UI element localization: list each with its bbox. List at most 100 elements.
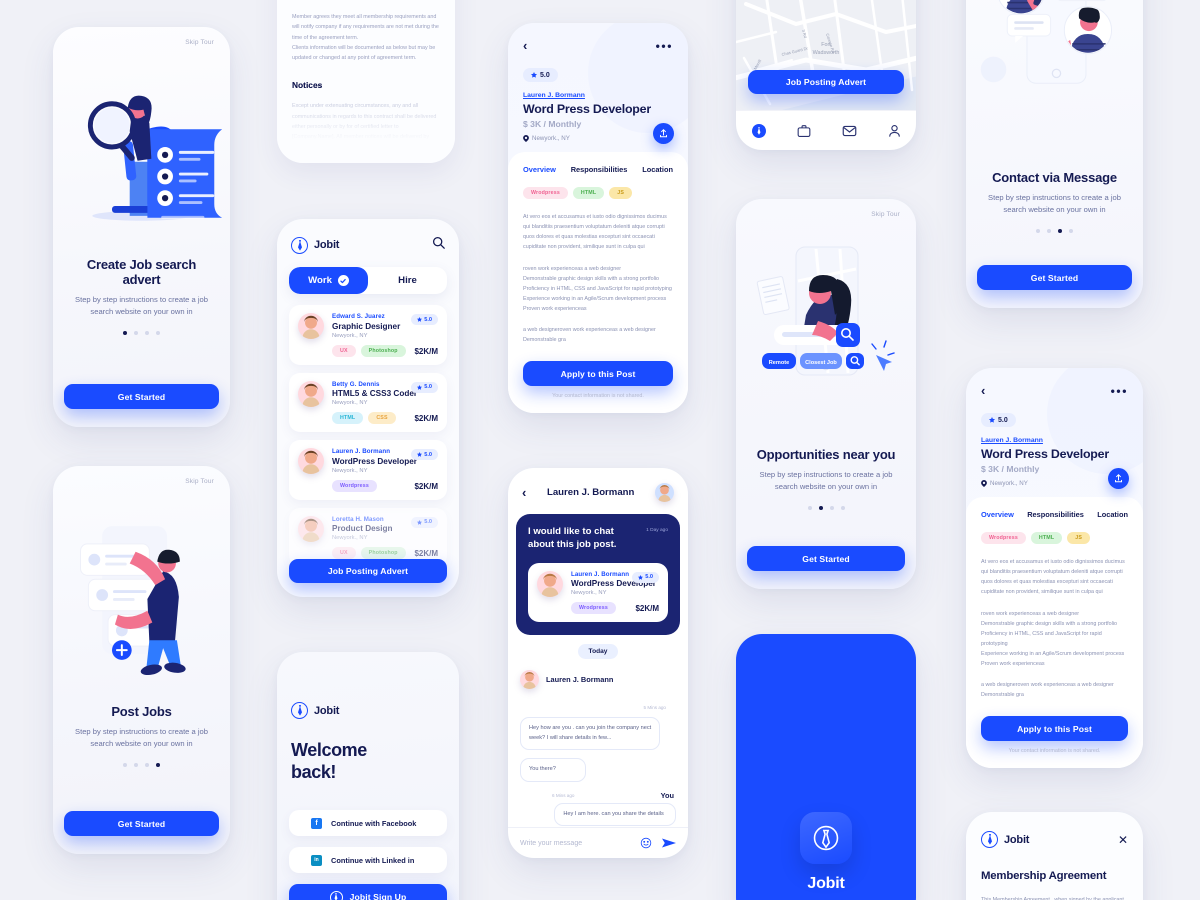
apply-button[interactable]: Apply to this Post bbox=[981, 716, 1128, 741]
get-started-button[interactable]: Get Started bbox=[64, 384, 219, 409]
shared-job-card[interactable]: Lauren J. Bormann WordPress Developer Ne… bbox=[528, 562, 668, 623]
apply-button[interactable]: Apply to this Post bbox=[523, 361, 673, 386]
pager-dot-4[interactable] bbox=[156, 330, 160, 335]
back-button[interactable]: ‹ bbox=[522, 486, 526, 499]
person-icon[interactable] bbox=[888, 124, 901, 138]
pager-dot-1[interactable] bbox=[807, 505, 812, 510]
pager-dot-3[interactable] bbox=[1058, 228, 1062, 233]
message-composer: Write your message bbox=[508, 827, 688, 858]
job-card[interactable]: Betty G. Dennis HTML5 & CSS3 Coder Newyork… bbox=[289, 372, 447, 432]
get-started-button[interactable]: Get Started bbox=[747, 546, 905, 571]
pager-dot-2[interactable] bbox=[818, 505, 823, 510]
illustration-contact-message bbox=[966, 0, 1143, 122]
job-poster-link[interactable]: Lauren J. Bormann bbox=[523, 92, 673, 99]
chat-header: ‹ Lauren J. Bormann bbox=[508, 468, 688, 514]
pager-dot-2[interactable] bbox=[134, 330, 138, 335]
chat-sender-name: Lauren J. Bormann bbox=[546, 675, 614, 685]
tab-responsibilities[interactable]: Responsibilities bbox=[1027, 510, 1084, 519]
job-location: Newyork., NY bbox=[523, 135, 673, 142]
pager-dot-1[interactable] bbox=[1036, 228, 1040, 233]
continue-with-facebook-button[interactable]: f Continue with Facebook bbox=[289, 810, 447, 836]
job-detail-screen: ‹ ••• 5.0 Lauren J. Bormann Word Press D… bbox=[508, 23, 688, 413]
work-hire-toggle[interactable]: Work Hire bbox=[289, 267, 447, 294]
pager-dot-4[interactable] bbox=[840, 505, 845, 510]
pager-dot-3[interactable] bbox=[829, 505, 834, 510]
job-card-salary: $2K/M bbox=[635, 604, 659, 614]
welcome-heading: Welcome back! bbox=[291, 740, 367, 782]
job-posting-advert-button[interactable]: Job Posting Advert bbox=[748, 70, 904, 94]
job-card[interactable]: Lauren J. Bormann WordPress Developer Newy… bbox=[289, 440, 447, 500]
star-icon bbox=[417, 317, 423, 322]
job-card-salary: $2K/M bbox=[414, 481, 438, 491]
job-detail-sheet: Overview Responsibilities Location Wrodp… bbox=[966, 497, 1143, 768]
send-icon[interactable] bbox=[662, 837, 676, 849]
svg-text:Fort: Fort bbox=[821, 42, 831, 48]
skill-tag: CSS bbox=[368, 412, 396, 424]
jobit-sign-up-button[interactable]: Jobit Sign Up bbox=[289, 884, 447, 900]
segment-work[interactable]: Work bbox=[289, 267, 368, 294]
app-logo-label: Jobit bbox=[314, 704, 340, 717]
pager-dot-4[interactable] bbox=[1069, 228, 1073, 233]
get-started-button[interactable]: Get Started bbox=[64, 811, 219, 836]
onboarding-screen-opportunities: Skip Tour Remote Closest Job Opportuniti… bbox=[736, 199, 916, 589]
splash-screen: Jobit bbox=[736, 634, 916, 900]
pin-icon bbox=[523, 135, 529, 142]
onboarding-screen-post-jobs: Skip Tour Post Jobs Step by step instruc… bbox=[53, 466, 230, 854]
job-location-label: Newyork., NY bbox=[532, 135, 570, 142]
pager-dot-1[interactable] bbox=[123, 762, 127, 767]
job-card-location: Newyork., NY bbox=[332, 467, 368, 474]
tie-logo-icon bbox=[800, 812, 852, 864]
emoji-icon[interactable] bbox=[640, 837, 652, 849]
share-icon bbox=[1115, 474, 1122, 483]
app-logo: Jobit bbox=[291, 236, 339, 254]
continue-with-linkedin-button[interactable]: in Continue with Linked in bbox=[289, 847, 447, 873]
segment-hire-label: Hire bbox=[398, 275, 417, 286]
more-options-button[interactable]: ••• bbox=[1111, 385, 1128, 397]
star-icon bbox=[531, 72, 537, 78]
share-button[interactable] bbox=[1108, 468, 1129, 489]
tab-location[interactable]: Location bbox=[1097, 510, 1128, 519]
agreement-body: Member agrees they meet all membership r… bbox=[292, 14, 439, 62]
skip-tour-link[interactable]: Skip Tour bbox=[871, 211, 900, 218]
job-pay: $ 3K / Monthly bbox=[981, 464, 1040, 474]
job-description-p1: At vero eos et accusamus et iusto odio d… bbox=[523, 214, 667, 250]
back-button[interactable]: ‹ bbox=[981, 384, 985, 397]
tab-location[interactable]: Location bbox=[642, 165, 673, 174]
mail-icon[interactable] bbox=[842, 124, 857, 138]
tab-overview[interactable]: Overview bbox=[981, 510, 1014, 519]
pager-dot-2[interactable] bbox=[134, 762, 138, 767]
tab-responsibilities[interactable]: Responsibilities bbox=[571, 165, 628, 174]
briefcase-icon[interactable] bbox=[797, 124, 811, 138]
skip-tour-link[interactable]: Skip Tour bbox=[185, 478, 214, 485]
onboarding-screen-contact: Contact via Message Step by step instruc… bbox=[966, 0, 1143, 308]
bottom-tab-bar bbox=[736, 110, 916, 150]
job-card[interactable]: Edward S. Juarez Graphic Designer Newyork.… bbox=[289, 305, 447, 365]
onboarding-subtitle: Step by step instructions to create a jo… bbox=[988, 193, 1121, 214]
avatar[interactable] bbox=[655, 483, 674, 502]
search-icon[interactable] bbox=[432, 236, 445, 254]
chat-thread: Today Lauren J. Bormann 5 Mins ago Hey h… bbox=[508, 629, 688, 827]
skip-tour-link[interactable]: Skip Tour bbox=[185, 39, 214, 46]
pager-dot-3[interactable] bbox=[145, 330, 149, 335]
job-posting-advert-button[interactable]: Job Posting Advert bbox=[289, 559, 447, 583]
more-options-button[interactable]: ••• bbox=[656, 40, 673, 52]
tab-overview[interactable]: Overview bbox=[523, 165, 556, 174]
back-button[interactable]: ‹ bbox=[523, 39, 527, 52]
rating-badge: 5.0 bbox=[632, 571, 659, 583]
job-card-salary: $2K/M bbox=[414, 414, 438, 423]
message-input[interactable]: Write your message bbox=[520, 840, 582, 847]
job-poster-link[interactable]: Lauren J. Bormann bbox=[981, 437, 1128, 444]
tab-home[interactable] bbox=[751, 123, 766, 138]
share-button[interactable] bbox=[653, 123, 674, 144]
close-icon[interactable]: ✕ bbox=[1118, 834, 1128, 846]
svg-text:Remote: Remote bbox=[769, 360, 790, 366]
pager-dot-1[interactable] bbox=[123, 330, 127, 335]
get-started-button[interactable]: Get Started bbox=[977, 265, 1132, 290]
skill-tag-list: Wrodpress HTML JS bbox=[981, 532, 1128, 544]
pager-dot-3[interactable] bbox=[145, 762, 149, 767]
segment-hire[interactable]: Hire bbox=[368, 267, 447, 294]
pager-dot-4[interactable] bbox=[156, 762, 160, 767]
rating-value: 5.0 bbox=[540, 71, 550, 79]
pager-dot-2[interactable] bbox=[1047, 228, 1051, 233]
job-detail-tabs: Overview Responsibilities Location bbox=[523, 165, 673, 174]
